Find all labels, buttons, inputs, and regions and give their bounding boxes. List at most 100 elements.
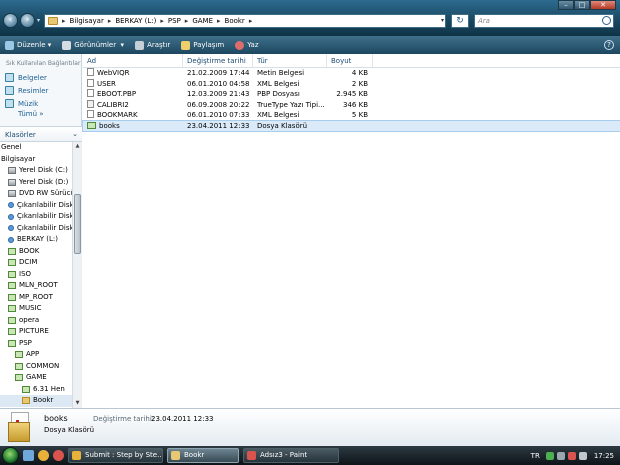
file-row[interactable]: WebVIQR 21.02.2009 17:44 Metin Belgesi 4 KB [83, 68, 620, 79]
tree-node[interactable]: PSP [0, 338, 72, 350]
favorite-link-music[interactable]: Müzik [0, 97, 81, 110]
search-input[interactable]: Ara [474, 14, 614, 28]
file-row[interactable]: EBOOT.PBP 12.03.2009 21:43 PBP Dosyası 2.94… [83, 89, 620, 100]
recent-pages-dropdown-icon[interactable]: ▾ [37, 17, 40, 24]
taskbar-button[interactable]: Bookr [167, 448, 239, 463]
tree-node-label: BOOK [19, 246, 40, 255]
organize-button[interactable]: Düzenle ▾ [5, 40, 51, 50]
breadcrumb-item[interactable]: Bookr [222, 17, 248, 25]
tree-node[interactable]: Yerel Disk (D:) [0, 177, 72, 189]
tree-node-label: Yerel Disk (D:) [19, 177, 69, 186]
tree-node[interactable]: MP_ROOT [0, 292, 72, 304]
folder-icon [8, 282, 16, 290]
removable-disk-icon [8, 225, 14, 232]
refresh-icon[interactable]: ↻ [451, 14, 469, 28]
minimize-button[interactable]: – [558, 0, 574, 10]
column-header-date[interactable]: Değiştirme tarihi [183, 54, 253, 67]
file-type: XML Belgesi [257, 111, 300, 119]
tree-node[interactable]: opera [0, 315, 72, 327]
tree-node[interactable]: Bookr [0, 395, 72, 407]
share-button[interactable]: Paylaşım [181, 40, 224, 50]
tree-scrollbar[interactable]: ▲ ▼ [72, 142, 82, 408]
file-row[interactable]: books 23.04.2011 12:33 Dosya Klasörü [82, 119, 620, 132]
language-indicator[interactable]: TR [531, 452, 540, 460]
file-row[interactable]: CALIBRI2 06.09.2008 20:22 TrueType Yazı Ti… [83, 99, 620, 111]
favorite-link-documents[interactable]: Belgeler [0, 71, 81, 84]
removable-disk-icon [8, 202, 14, 209]
file-date: 21.02.2009 17:44 [187, 69, 250, 77]
tree-node-label: DCIM [19, 258, 38, 266]
tree-node[interactable]: ISO [0, 269, 72, 281]
file-row[interactable]: USER 06.01.2010 04:58 XML Belgesi 2 KB [83, 78, 620, 90]
taskbar-button[interactable]: Submit : Step by Ste... [68, 448, 163, 463]
tree-node[interactable]: Çıkarılabilir Disk (G:) [0, 200, 72, 212]
tree-node-label: Bookr [33, 396, 54, 404]
explore-button[interactable]: Araştır [135, 40, 170, 50]
folder-icon [8, 339, 16, 347]
tree-node[interactable]: Bilgisayar [0, 154, 72, 166]
network-icon[interactable] [556, 451, 565, 460]
taskbar-button-label: Bookr [184, 451, 205, 459]
folder-icon [8, 247, 16, 255]
tree-node[interactable]: Genel [0, 142, 72, 154]
taskbar-button-label: Submit : Step by Ste... [85, 451, 163, 459]
column-header-type[interactable]: Tür [253, 54, 327, 67]
tree-node[interactable]: MLN_ROOT [0, 280, 72, 292]
tree-node[interactable]: APP [0, 349, 72, 361]
font-file-icon [87, 99, 94, 108]
help-icon[interactable]: ? [604, 40, 614, 50]
pictures-icon [5, 86, 14, 95]
search-icon[interactable] [602, 16, 611, 25]
show-desktop-icon[interactable] [23, 450, 34, 461]
tree-node[interactable]: DVD RW Sürücüsü (E:) [0, 188, 72, 200]
tree-node[interactable]: BERKAY (L:) [0, 234, 72, 246]
breadcrumb-item[interactable]: BERKAY (L:) [112, 17, 159, 25]
tree-node[interactable]: Yerel Disk (C:) [0, 165, 72, 177]
folders-heading[interactable]: Klasörler ⌄ [0, 126, 82, 142]
column-header-name[interactable]: Ad [83, 54, 183, 67]
file-size: 4 KB [351, 69, 368, 77]
scroll-down-icon[interactable]: ▼ [73, 399, 82, 408]
breadcrumb[interactable]: ▸ Bilgisayar ▸ BERKAY (L:) ▸ PSP ▸ GAME … [44, 14, 446, 28]
tree-node[interactable]: 6.31 Hen [0, 384, 72, 396]
scroll-thumb[interactable] [74, 194, 81, 254]
close-button[interactable]: ✕ [590, 0, 616, 10]
file-name: BOOKMARK [97, 111, 138, 119]
tree-node[interactable]: Çıkarılabilir Disk (I:) [0, 223, 72, 235]
security-icon[interactable] [567, 451, 576, 460]
more-links[interactable]: Tümü » [0, 110, 81, 122]
music-icon [5, 99, 14, 108]
folder-icon [8, 305, 16, 313]
forward-button[interactable]: › [20, 13, 35, 28]
scroll-up-icon[interactable]: ▲ [73, 142, 82, 151]
back-button[interactable]: ‹ [3, 13, 18, 28]
tree-node[interactable]: DCIM [0, 257, 72, 269]
volume-icon[interactable] [578, 451, 587, 460]
share-icon [181, 40, 191, 50]
tree-node-label: PSP [19, 338, 32, 347]
burn-button[interactable]: Yaz [235, 40, 259, 50]
tree-node[interactable]: PICTURE [0, 326, 72, 338]
tree-node[interactable]: COMMON [0, 361, 72, 373]
file-rows: WebVIQR 21.02.2009 17:44 Metin Belgesi 4 KB… [82, 68, 620, 132]
views-button[interactable]: Görünümler ▾ [62, 40, 124, 50]
tree-node[interactable]: GAME [0, 372, 72, 384]
maximize-button[interactable]: □ [574, 0, 590, 10]
column-header-size[interactable]: Boyut [327, 54, 373, 67]
tree-node[interactable]: BOOK [0, 246, 72, 258]
clock[interactable]: 17:25 [594, 452, 614, 460]
tree-node[interactable]: MUSIC [0, 303, 72, 315]
favorite-link-pictures[interactable]: Resimler [0, 84, 81, 97]
address-dropdown-icon[interactable]: ▾ [441, 17, 444, 24]
media-player-icon[interactable] [53, 450, 64, 461]
tree-node[interactable]: Çıkarılabilir Disk (H:) [0, 211, 72, 223]
breadcrumb-item[interactable]: PSP [165, 17, 184, 25]
file-row[interactable]: BOOKMARK 06.01.2010 07:33 XML Belgesi 5 KB [83, 110, 620, 121]
start-button[interactable] [2, 447, 19, 464]
breadcrumb-item[interactable]: GAME [189, 17, 216, 25]
tray-icon[interactable] [545, 451, 554, 460]
search-placeholder: Ara [478, 17, 490, 25]
breadcrumb-item[interactable]: Bilgisayar [67, 17, 107, 25]
taskbar-button[interactable]: Adsız3 - Paint [243, 448, 339, 463]
browser-icon[interactable] [38, 450, 49, 461]
